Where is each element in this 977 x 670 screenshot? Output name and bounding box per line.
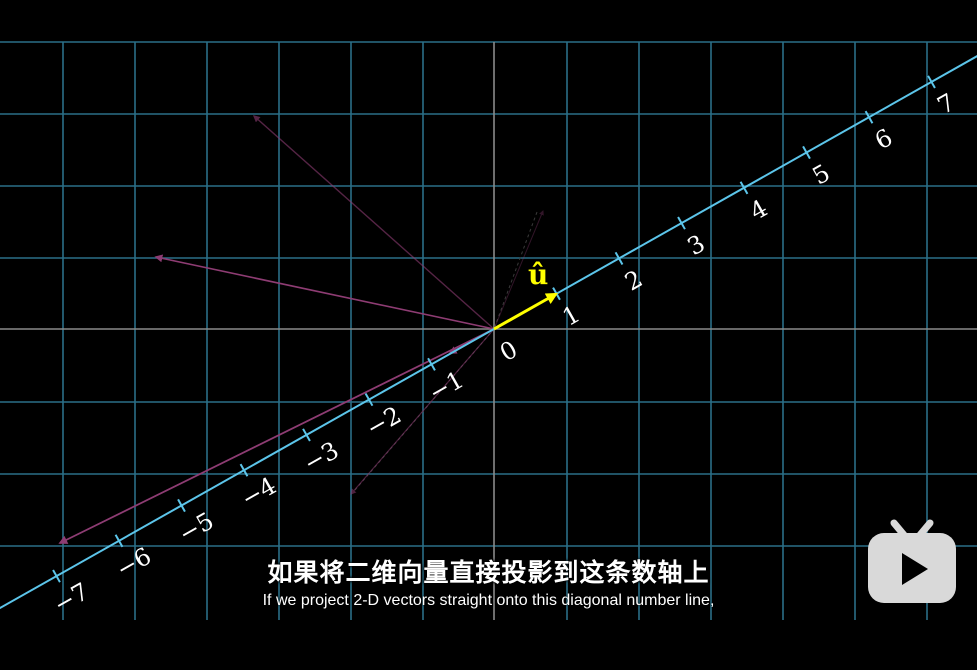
number-line-label: −2	[361, 401, 406, 443]
number-line-label: 7	[933, 88, 960, 120]
number-line-tick	[739, 181, 749, 195]
number-line-label: 3	[683, 229, 710, 261]
video-frame: −7 −6 −5 −4 −3 −2 −1 0 1 2 3 4 5 6 7 û 如果将二维向量直接投影到这条数…	[0, 0, 977, 670]
number-line-label: 6	[870, 123, 897, 155]
number-line-label: −5	[174, 507, 219, 549]
number-line-label: −4	[236, 471, 281, 513]
number-line-tick	[677, 216, 686, 230]
number-line-label: 1	[558, 300, 585, 332]
number-line-tick	[364, 393, 374, 407]
number-line-tick	[864, 110, 874, 124]
subtitle-english: If we project 2-D vectors straight onto …	[262, 592, 715, 609]
number-line-label: 0	[495, 335, 522, 367]
subtitle-chinese: 如果将二维向量直接投影到这条数轴上	[267, 558, 710, 587]
number-line-label: 4	[745, 194, 772, 226]
letterbox-bottom	[0, 620, 977, 670]
number-line-label: −1	[424, 365, 469, 407]
unit-vector-label: û	[528, 258, 548, 291]
number-line-tick	[177, 498, 186, 513]
number-line-tick	[114, 534, 124, 548]
number-line-tick	[802, 145, 811, 160]
number-line-tick	[927, 75, 936, 89]
number-line-tick	[302, 428, 311, 442]
number-line-label: −3	[299, 436, 344, 478]
bilibili-tv-logo-icon	[868, 519, 956, 603]
unit-vector-u-hat	[493, 292, 559, 331]
number-line-label: 2	[620, 265, 647, 297]
vector-upper-left	[252, 115, 495, 330]
